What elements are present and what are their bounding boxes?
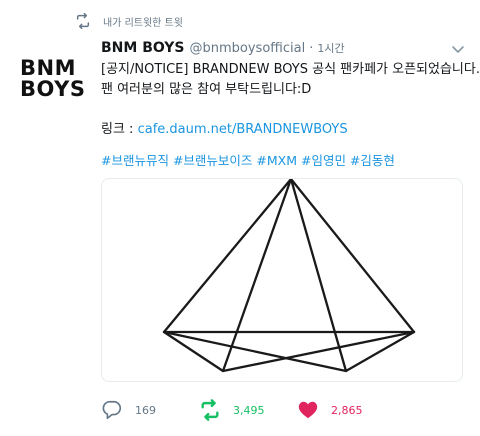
tweet-link[interactable]: cafe.daum.net/BRANDNEWBOYS	[138, 122, 348, 137]
retweet-icon	[76, 13, 90, 29]
retweet-count: 3,495	[233, 403, 265, 417]
tweet-text-blank	[101, 100, 471, 120]
avatar-logo-line-1: BNM	[20, 56, 76, 80]
like-count: 2,865	[331, 403, 363, 417]
tweet-actions: 169 3,495 2,865	[101, 396, 471, 424]
avatar-logo-line-2: BOYS	[20, 77, 86, 101]
reply-button[interactable]: 169	[101, 396, 156, 424]
heart-icon	[298, 401, 318, 419]
reply-count: 169	[135, 403, 156, 417]
chevron-down-icon[interactable]	[451, 45, 465, 55]
tweet-text-line-1: [공지/NOTICE] BRANDNEW BOYS 공식 팬카페가 오픈되었습니…	[101, 62, 480, 77]
reply-icon	[102, 400, 122, 420]
avatar[interactable]: BNM BOYS	[20, 54, 86, 104]
tweet-media-image[interactable]	[101, 178, 463, 382]
tweet-timestamp[interactable]: 1시간	[317, 40, 344, 56]
tweet-hashtags[interactable]: #브랜뉴뮤직 #브랜뉴보이즈 #MXM #임영민 #김동현	[101, 150, 395, 169]
tweet-text-line-2: 팬 여러분의 많은 참여 부탁드립니다:D	[101, 82, 312, 97]
link-label: 링크 :	[101, 122, 138, 137]
user-handle[interactable]: @bnmboysofficial	[190, 41, 306, 56]
display-name[interactable]: BNM BOYS	[101, 40, 185, 56]
like-button[interactable]: 2,865	[297, 396, 363, 424]
retweet-context: 내가 리트윗한 트윗	[75, 13, 183, 29]
retweet-icon	[201, 399, 219, 421]
tweet-link-line: 링크 : cafe.daum.net/BRANDNEWBOYS	[101, 120, 471, 140]
pentagon-logo-image	[162, 179, 416, 373]
separator-dot: ·	[309, 41, 314, 56]
retweet-context-text: 내가 리트윗한 트윗	[103, 17, 183, 29]
tweet-text: [공지/NOTICE] BRANDNEW BOYS 공식 팬카페가 오픈되었습니…	[101, 60, 480, 140]
tweet-header: BNM BOYS @bnmboysofficial · 1시간	[101, 40, 345, 56]
retweet-button[interactable]: 3,495	[199, 396, 265, 424]
